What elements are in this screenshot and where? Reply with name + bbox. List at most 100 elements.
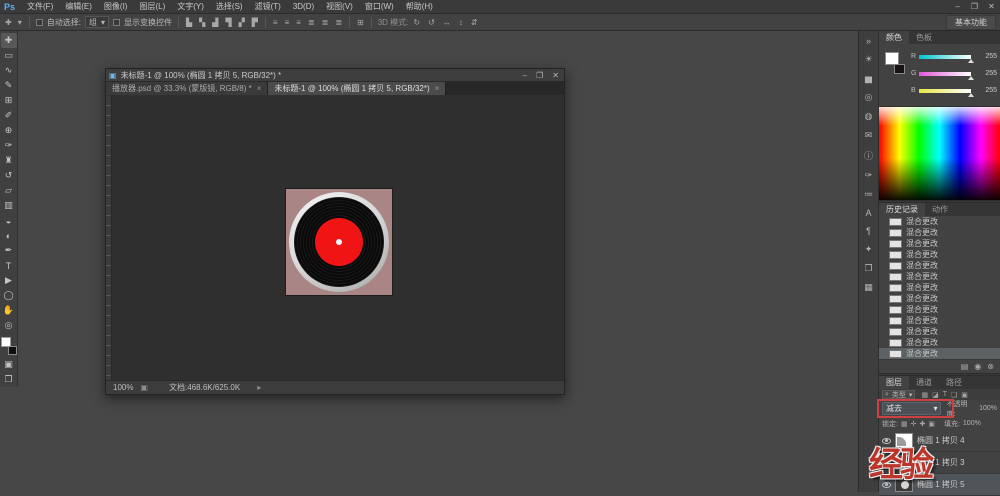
character-panel-icon[interactable]: A bbox=[865, 208, 871, 218]
tool-clone-stamp[interactable]: ♜ bbox=[1, 153, 17, 168]
3d-pan-icon[interactable]: ↔ bbox=[442, 18, 452, 27]
document-titlebar[interactable]: ▣ 未标题-1 @ 100% (椭圆 1 拷贝 5, RGB/32*) * –❐… bbox=[106, 69, 564, 82]
app-close-button[interactable]: ✕ bbox=[983, 2, 1000, 11]
panel-tab[interactable]: 颜色 bbox=[879, 31, 909, 44]
history-state-row[interactable]: 混合更改 bbox=[879, 293, 1000, 304]
tool-quick-selection[interactable]: ✎ bbox=[1, 78, 17, 93]
history-state-row[interactable]: 混合更改 bbox=[879, 282, 1000, 293]
workspace-switcher-button[interactable]: 基本功能 bbox=[946, 15, 996, 30]
tool-spot-healing[interactable]: ⊕ bbox=[1, 123, 17, 138]
foreground-color-swatch[interactable] bbox=[885, 52, 899, 65]
tool-marquee[interactable]: ▭ bbox=[1, 48, 17, 63]
tool-ellipse-shape[interactable]: ◯ bbox=[1, 288, 17, 303]
history-state-row[interactable]: 混合更改 bbox=[879, 304, 1000, 315]
lock-transparent-icon[interactable]: ▦ bbox=[901, 420, 908, 428]
3d-scale-icon[interactable]: ⇵ bbox=[470, 18, 479, 27]
align-middle-icon[interactable]: ▞ bbox=[238, 18, 246, 27]
panel-tab[interactable]: 历史记录 bbox=[879, 203, 925, 216]
tool-crop[interactable]: ⊞ bbox=[1, 93, 17, 108]
slider-value[interactable]: 255 bbox=[985, 53, 997, 60]
paragraph-panel-icon[interactable]: ¶ bbox=[866, 226, 871, 236]
3d-slide-icon[interactable]: ↕ bbox=[458, 18, 464, 27]
history-state-row[interactable]: 混合更改 bbox=[879, 337, 1000, 348]
menu-type[interactable]: 文字(Y) bbox=[171, 0, 210, 14]
color-spectrum-field[interactable] bbox=[879, 106, 1000, 200]
history-state-row[interactable]: 混合更改 bbox=[879, 348, 1000, 359]
properties-icon[interactable]: ❐ bbox=[864, 263, 872, 274]
tool-pen[interactable]: ✒ bbox=[1, 243, 17, 258]
show-transform-checkbox[interactable] bbox=[113, 19, 120, 26]
tool-eyedropper[interactable]: ✐ bbox=[1, 108, 17, 123]
3d-rotate-icon[interactable]: ↻ bbox=[412, 18, 421, 27]
navigator-icon[interactable]: ✦ bbox=[865, 244, 873, 255]
menu-window[interactable]: 窗口(W) bbox=[359, 0, 400, 14]
tool-screen-mode[interactable]: ❐ bbox=[1, 372, 17, 387]
timeline-icon[interactable]: ▦ bbox=[864, 282, 873, 293]
distribute-right-icon[interactable]: ≣ bbox=[334, 18, 343, 27]
slider-value[interactable]: 255 bbox=[985, 87, 997, 94]
align-bottom-icon[interactable]: ▛ bbox=[251, 18, 259, 27]
delete-state-icon[interactable]: ⊗ bbox=[987, 362, 994, 371]
3d-roll-icon[interactable]: ↺ bbox=[427, 18, 436, 27]
tool-hand[interactable]: ✋ bbox=[1, 303, 17, 318]
doc-tab-player[interactable]: 播放器.psd @ 33.3% (蒙版镜, RGB/8) * × bbox=[106, 82, 268, 95]
tool-history-brush[interactable]: ↺ bbox=[1, 168, 17, 183]
info-icon[interactable]: ⓘ bbox=[864, 149, 873, 162]
slider-track[interactable] bbox=[919, 89, 971, 93]
menu-edit[interactable]: 编辑(E) bbox=[59, 0, 98, 14]
tool-presets-icon[interactable]: ≔ bbox=[864, 189, 873, 200]
tool-lasso[interactable]: ∿ bbox=[1, 63, 17, 78]
filter-adjustment-icon[interactable]: ◪ bbox=[932, 391, 939, 399]
history-state-row[interactable]: 混合更改 bbox=[879, 238, 1000, 249]
zoom-level[interactable]: 100% bbox=[113, 383, 133, 392]
new-doc-from-state-icon[interactable]: ▤ bbox=[961, 362, 969, 371]
tool-blur[interactable]: ◒ bbox=[1, 213, 17, 228]
menu-layer[interactable]: 图层(L) bbox=[133, 0, 171, 14]
panel-tab[interactable]: 色板 bbox=[909, 31, 939, 44]
opacity-value[interactable]: 100% bbox=[979, 405, 997, 412]
align-center-h-icon[interactable]: ▚ bbox=[198, 18, 206, 27]
align-top-icon[interactable]: ▜ bbox=[224, 18, 232, 27]
brush-presets-icon[interactable]: ✑ bbox=[865, 170, 873, 181]
canvas-area[interactable] bbox=[106, 96, 564, 380]
adjustments-icon[interactable]: ☀ bbox=[864, 54, 872, 65]
artboard-image[interactable] bbox=[286, 189, 392, 295]
history-state-row[interactable]: 混合更改 bbox=[879, 326, 1000, 337]
history-state-row[interactable]: 混合更改 bbox=[879, 249, 1000, 260]
tool-dodge[interactable]: ◐ bbox=[1, 228, 17, 243]
distribute-middle-icon[interactable]: ≡ bbox=[284, 18, 291, 27]
new-snapshot-icon[interactable]: ◉ bbox=[974, 362, 981, 371]
doc-minimize-button[interactable]: – bbox=[523, 71, 527, 80]
history-state-row[interactable]: 混合更改 bbox=[879, 260, 1000, 271]
menu-help[interactable]: 帮助(H) bbox=[400, 0, 439, 14]
tool-type[interactable]: T bbox=[1, 258, 17, 273]
history-state-row[interactable]: 混合更改 bbox=[879, 216, 1000, 227]
slider-value[interactable]: 255 bbox=[985, 70, 997, 77]
align-right-icon[interactable]: ▟ bbox=[211, 18, 219, 27]
layer-name[interactable]: 椭圆 1 拷贝 4 bbox=[917, 435, 965, 446]
app-minimize-button[interactable]: – bbox=[949, 2, 966, 11]
filter-smart-object-icon[interactable]: ▣ bbox=[961, 391, 968, 399]
comments-icon[interactable]: ✉ bbox=[865, 130, 873, 141]
tab-close-icon[interactable]: × bbox=[435, 84, 440, 93]
doc-tab-untitled[interactable]: 未标题-1 @ 100% (椭圆 1 拷贝 5, RGB/32*) × bbox=[268, 82, 446, 95]
styles-icon[interactable]: ◍ bbox=[865, 111, 873, 122]
tab-close-icon[interactable]: × bbox=[257, 84, 262, 93]
foreground-color-swatch[interactable] bbox=[1, 337, 11, 347]
collapse-panels-icon[interactable]: » bbox=[866, 36, 871, 46]
panel-tab[interactable]: 路径 bbox=[939, 376, 969, 389]
tool-move[interactable]: ✚ bbox=[1, 33, 17, 48]
panel-tab[interactable]: 通道 bbox=[909, 376, 939, 389]
lock-pixels-icon[interactable]: ✛ bbox=[911, 420, 917, 428]
slider-marker[interactable] bbox=[968, 93, 974, 97]
tool-path-selection[interactable]: ▶ bbox=[1, 273, 17, 288]
background-color-swatch[interactable] bbox=[894, 64, 905, 74]
doc-close-button[interactable]: ✕ bbox=[552, 71, 559, 80]
tool-brush[interactable]: ✑ bbox=[1, 138, 17, 153]
panel-tab[interactable]: 图层 bbox=[879, 376, 909, 389]
menu-view[interactable]: 视图(V) bbox=[320, 0, 359, 14]
distribute-left-icon[interactable]: ≣ bbox=[307, 18, 316, 27]
tool-quick-mask[interactable]: ▣ bbox=[1, 357, 17, 372]
menu-filter[interactable]: 滤镜(T) bbox=[249, 0, 287, 14]
tool-eraser[interactable]: ▱ bbox=[1, 183, 17, 198]
